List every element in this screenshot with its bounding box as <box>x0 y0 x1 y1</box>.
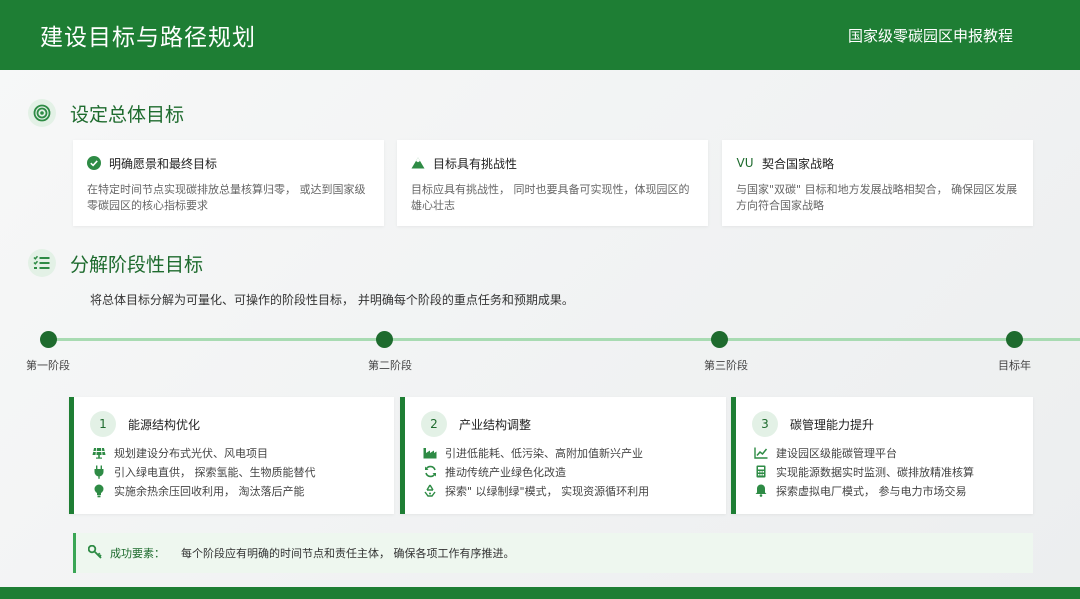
goal-card-challenge: 目标具有挑战性 目标应具有挑战性， 同时也要具备可实现性，体现园区的雄心壮志 <box>397 140 708 226</box>
stage-title: 能源结构优化 <box>128 417 201 432</box>
timeline-label: 第一阶段 <box>26 359 70 372</box>
timeline-dot-target-year <box>1006 331 1023 348</box>
list-item: 实施余热余压回收利用， 淘汰落后产能 <box>92 481 394 500</box>
solar-panel-icon <box>92 446 106 460</box>
stage-number: 2 <box>421 411 447 437</box>
refresh-icon <box>423 465 437 479</box>
list-item: 推动传统产业绿色化改造 <box>423 462 726 481</box>
timeline-dot-stage-3 <box>711 331 728 348</box>
page-title: 建设目标与路径规划 <box>40 25 256 51</box>
section-intro: 将总体目标分解为可量化、可操作的阶段性目标， 并明确每个阶段的重点任务和预期成果… <box>90 293 574 307</box>
stage-title: 产业结构调整 <box>459 417 532 432</box>
card-title: 明确愿景和最终目标 <box>109 156 218 171</box>
timeline-dot-stage-1 <box>40 331 57 348</box>
stage-number: 1 <box>90 411 116 437</box>
key-icon <box>87 544 102 562</box>
goal-card-vision: 明确愿景和最终目标 在特定时间节点实现碳排放总量核算归零， 或达到国家级零碳园区… <box>73 140 384 226</box>
line-chart-icon <box>754 446 768 460</box>
goal-card-strategy: VU 契合国家战略 与国家"双碳" 目标和地方发展战略相契合， 确保园区发展方向… <box>722 140 1033 226</box>
section-title: 分解阶段性目标 <box>70 253 204 276</box>
timeline-label: 目标年 <box>998 359 1031 372</box>
page-subtitle: 国家级零碳园区申报教程 <box>847 26 1013 45</box>
section-overall-goal-header: 设定总体目标 <box>28 99 184 127</box>
footer-bar <box>0 587 1080 599</box>
timeline-label: 第二阶段 <box>368 359 412 372</box>
list-item: 建设园区级能碳管理平台 <box>754 443 1033 462</box>
card-title: 契合国家战略 <box>762 156 835 171</box>
plug-icon <box>92 465 106 479</box>
check-circle-icon <box>87 156 101 170</box>
card-description: 在特定时间节点实现碳排放总量核算归零， 或达到国家级零碳园区的核心指标要求 <box>87 183 366 212</box>
list-item: 实现能源数据实时监测、碳排放精准核算 <box>754 462 1033 481</box>
success-factor-label: 成功要素： <box>110 547 165 560</box>
stage-card-energy: 1 能源结构优化 规划建设分布式光伏、风电项目 引入绿电直供， 探索氢能、生物质… <box>69 397 394 514</box>
stage-number: 3 <box>752 411 778 437</box>
card-description: 与国家"双碳" 目标和地方发展战略相契合， 确保园区发展方向符合国家战略 <box>736 183 1018 212</box>
card-description: 目标应具有挑战性， 同时也要具备可实现性，体现园区的雄心壮志 <box>411 183 690 212</box>
lightbulb-icon <box>92 484 106 498</box>
success-factor-box: 成功要素： 每个阶段应有明确的时间节点和责任主体， 确保各项工作有序推进。 <box>73 533 1033 573</box>
card-title: 目标具有挑战性 <box>433 156 518 171</box>
header-bar: 建设目标与路径规划 国家级零碳园区申报教程 <box>0 0 1080 70</box>
timeline-label: 第三阶段 <box>704 359 748 372</box>
section-title: 设定总体目标 <box>70 103 185 126</box>
bell-icon <box>754 484 768 498</box>
list-item: 规划建设分布式光伏、风电项目 <box>92 443 394 462</box>
list-item: 引进低能耗、低污染、高附加值新兴产业 <box>423 443 726 462</box>
list-item: 引入绿电直供， 探索氢能、生物质能替代 <box>92 462 394 481</box>
list-item: 探索虚拟电厂模式， 参与电力市场交易 <box>754 481 1033 500</box>
stage-card-carbon-management: 3 碳管理能力提升 建设园区级能碳管理平台 实现能源数据实时监测、碳排放精准核算… <box>731 397 1033 514</box>
target-icon <box>28 99 56 127</box>
section-stage-goal-header: 分解阶段性目标 <box>28 249 203 277</box>
timeline-dot-stage-2 <box>376 331 393 348</box>
factory-icon <box>423 446 437 460</box>
success-factor-text: 每个阶段应有明确的时间节点和责任主体， 确保各项工作有序推进。 <box>181 547 515 560</box>
recycle-icon <box>423 484 437 498</box>
timeline-track <box>48 338 1080 341</box>
calculator-icon <box>754 465 768 479</box>
vu-icon: VU <box>736 156 754 170</box>
checklist-icon <box>28 249 56 277</box>
stage-title: 碳管理能力提升 <box>790 417 875 432</box>
mountain-icon <box>411 156 425 170</box>
list-item: 探索" 以绿制绿"模式， 实现资源循环利用 <box>423 481 726 500</box>
stage-card-industry: 2 产业结构调整 引进低能耗、低污染、高附加值新兴产业 推动传统产业绿色化改造 … <box>400 397 726 514</box>
